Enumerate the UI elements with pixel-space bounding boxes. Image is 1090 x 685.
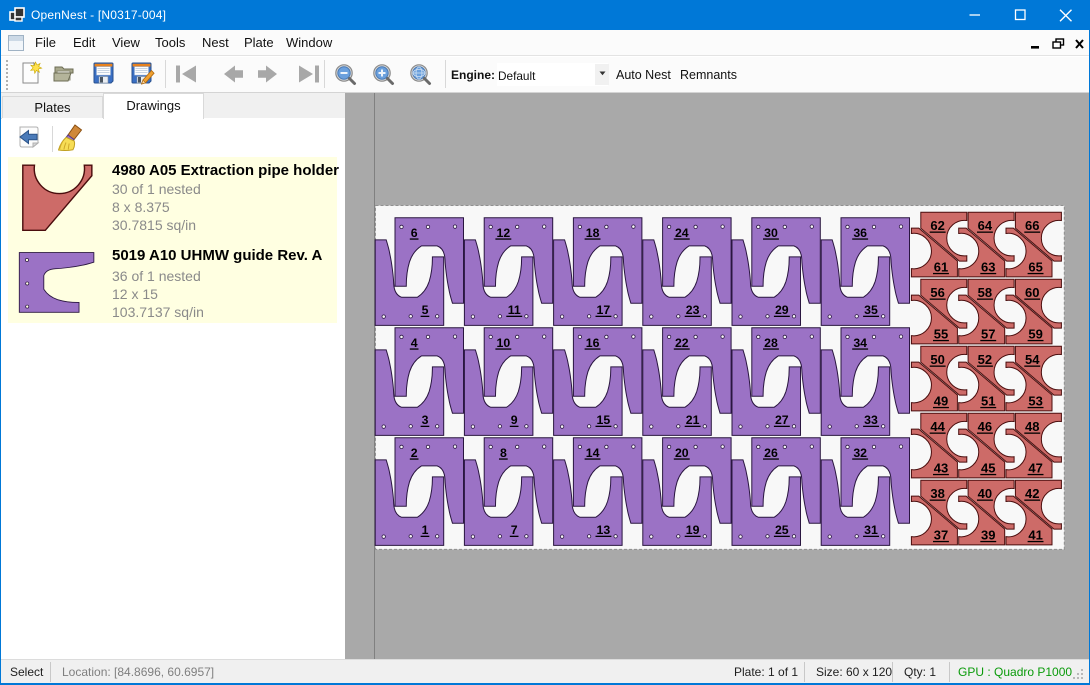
svg-text:28: 28	[764, 336, 778, 350]
svg-text:51: 51	[981, 393, 995, 408]
svg-text:32: 32	[853, 446, 867, 460]
svg-text:55: 55	[934, 326, 948, 341]
svg-text:39: 39	[981, 527, 995, 542]
svg-text:63: 63	[981, 259, 995, 274]
svg-text:62: 62	[930, 218, 944, 233]
svg-text:5: 5	[422, 303, 429, 317]
svg-text:53: 53	[1028, 393, 1042, 408]
svg-text:2: 2	[411, 446, 418, 460]
svg-text:33: 33	[864, 413, 878, 427]
svg-text:14: 14	[586, 446, 600, 460]
svg-text:52: 52	[978, 352, 992, 367]
svg-text:10: 10	[497, 336, 511, 350]
svg-text:54: 54	[1025, 352, 1040, 367]
svg-text:35: 35	[864, 303, 878, 317]
svg-text:41: 41	[1028, 527, 1042, 542]
svg-text:37: 37	[934, 527, 948, 542]
svg-text:23: 23	[686, 303, 700, 317]
svg-text:12: 12	[497, 226, 511, 240]
svg-text:21: 21	[686, 413, 700, 427]
svg-text:61: 61	[934, 259, 948, 274]
svg-text:7: 7	[511, 523, 518, 537]
svg-text:11: 11	[508, 303, 521, 317]
svg-text:24: 24	[675, 226, 689, 240]
svg-text:36: 36	[853, 226, 867, 240]
svg-text:25: 25	[775, 523, 789, 537]
svg-text:29: 29	[775, 303, 789, 317]
svg-text:45: 45	[981, 460, 995, 475]
svg-text:16: 16	[586, 336, 600, 350]
svg-text:43: 43	[934, 460, 948, 475]
svg-text:9: 9	[511, 413, 518, 427]
svg-text:49: 49	[934, 393, 948, 408]
svg-text:60: 60	[1025, 285, 1039, 300]
svg-text:15: 15	[597, 413, 611, 427]
svg-text:65: 65	[1028, 259, 1042, 274]
svg-text:8: 8	[500, 446, 507, 460]
svg-text:31: 31	[864, 523, 878, 537]
svg-text:1: 1	[422, 523, 429, 537]
svg-text:59: 59	[1028, 326, 1042, 341]
svg-text:46: 46	[978, 419, 992, 434]
svg-text:22: 22	[675, 336, 689, 350]
svg-text:13: 13	[597, 523, 611, 537]
svg-text:42: 42	[1025, 486, 1039, 501]
svg-text:57: 57	[981, 326, 995, 341]
svg-text:58: 58	[978, 285, 992, 300]
svg-text:64: 64	[978, 218, 993, 233]
svg-text:18: 18	[586, 226, 600, 240]
svg-text:47: 47	[1028, 460, 1042, 475]
svg-text:4: 4	[411, 336, 418, 350]
svg-text:40: 40	[978, 486, 992, 501]
svg-text:50: 50	[930, 352, 944, 367]
svg-text:20: 20	[675, 446, 689, 460]
svg-text:3: 3	[422, 413, 429, 427]
svg-text:26: 26	[764, 446, 778, 460]
svg-text:34: 34	[853, 336, 867, 350]
svg-text:66: 66	[1025, 218, 1039, 233]
svg-text:44: 44	[930, 419, 945, 434]
svg-text:48: 48	[1025, 419, 1039, 434]
svg-text:6: 6	[411, 226, 418, 240]
svg-text:30: 30	[764, 226, 778, 240]
svg-text:56: 56	[930, 285, 944, 300]
svg-text:38: 38	[930, 486, 944, 501]
svg-text:17: 17	[597, 303, 611, 317]
svg-text:27: 27	[775, 413, 789, 427]
svg-text:19: 19	[686, 523, 700, 537]
